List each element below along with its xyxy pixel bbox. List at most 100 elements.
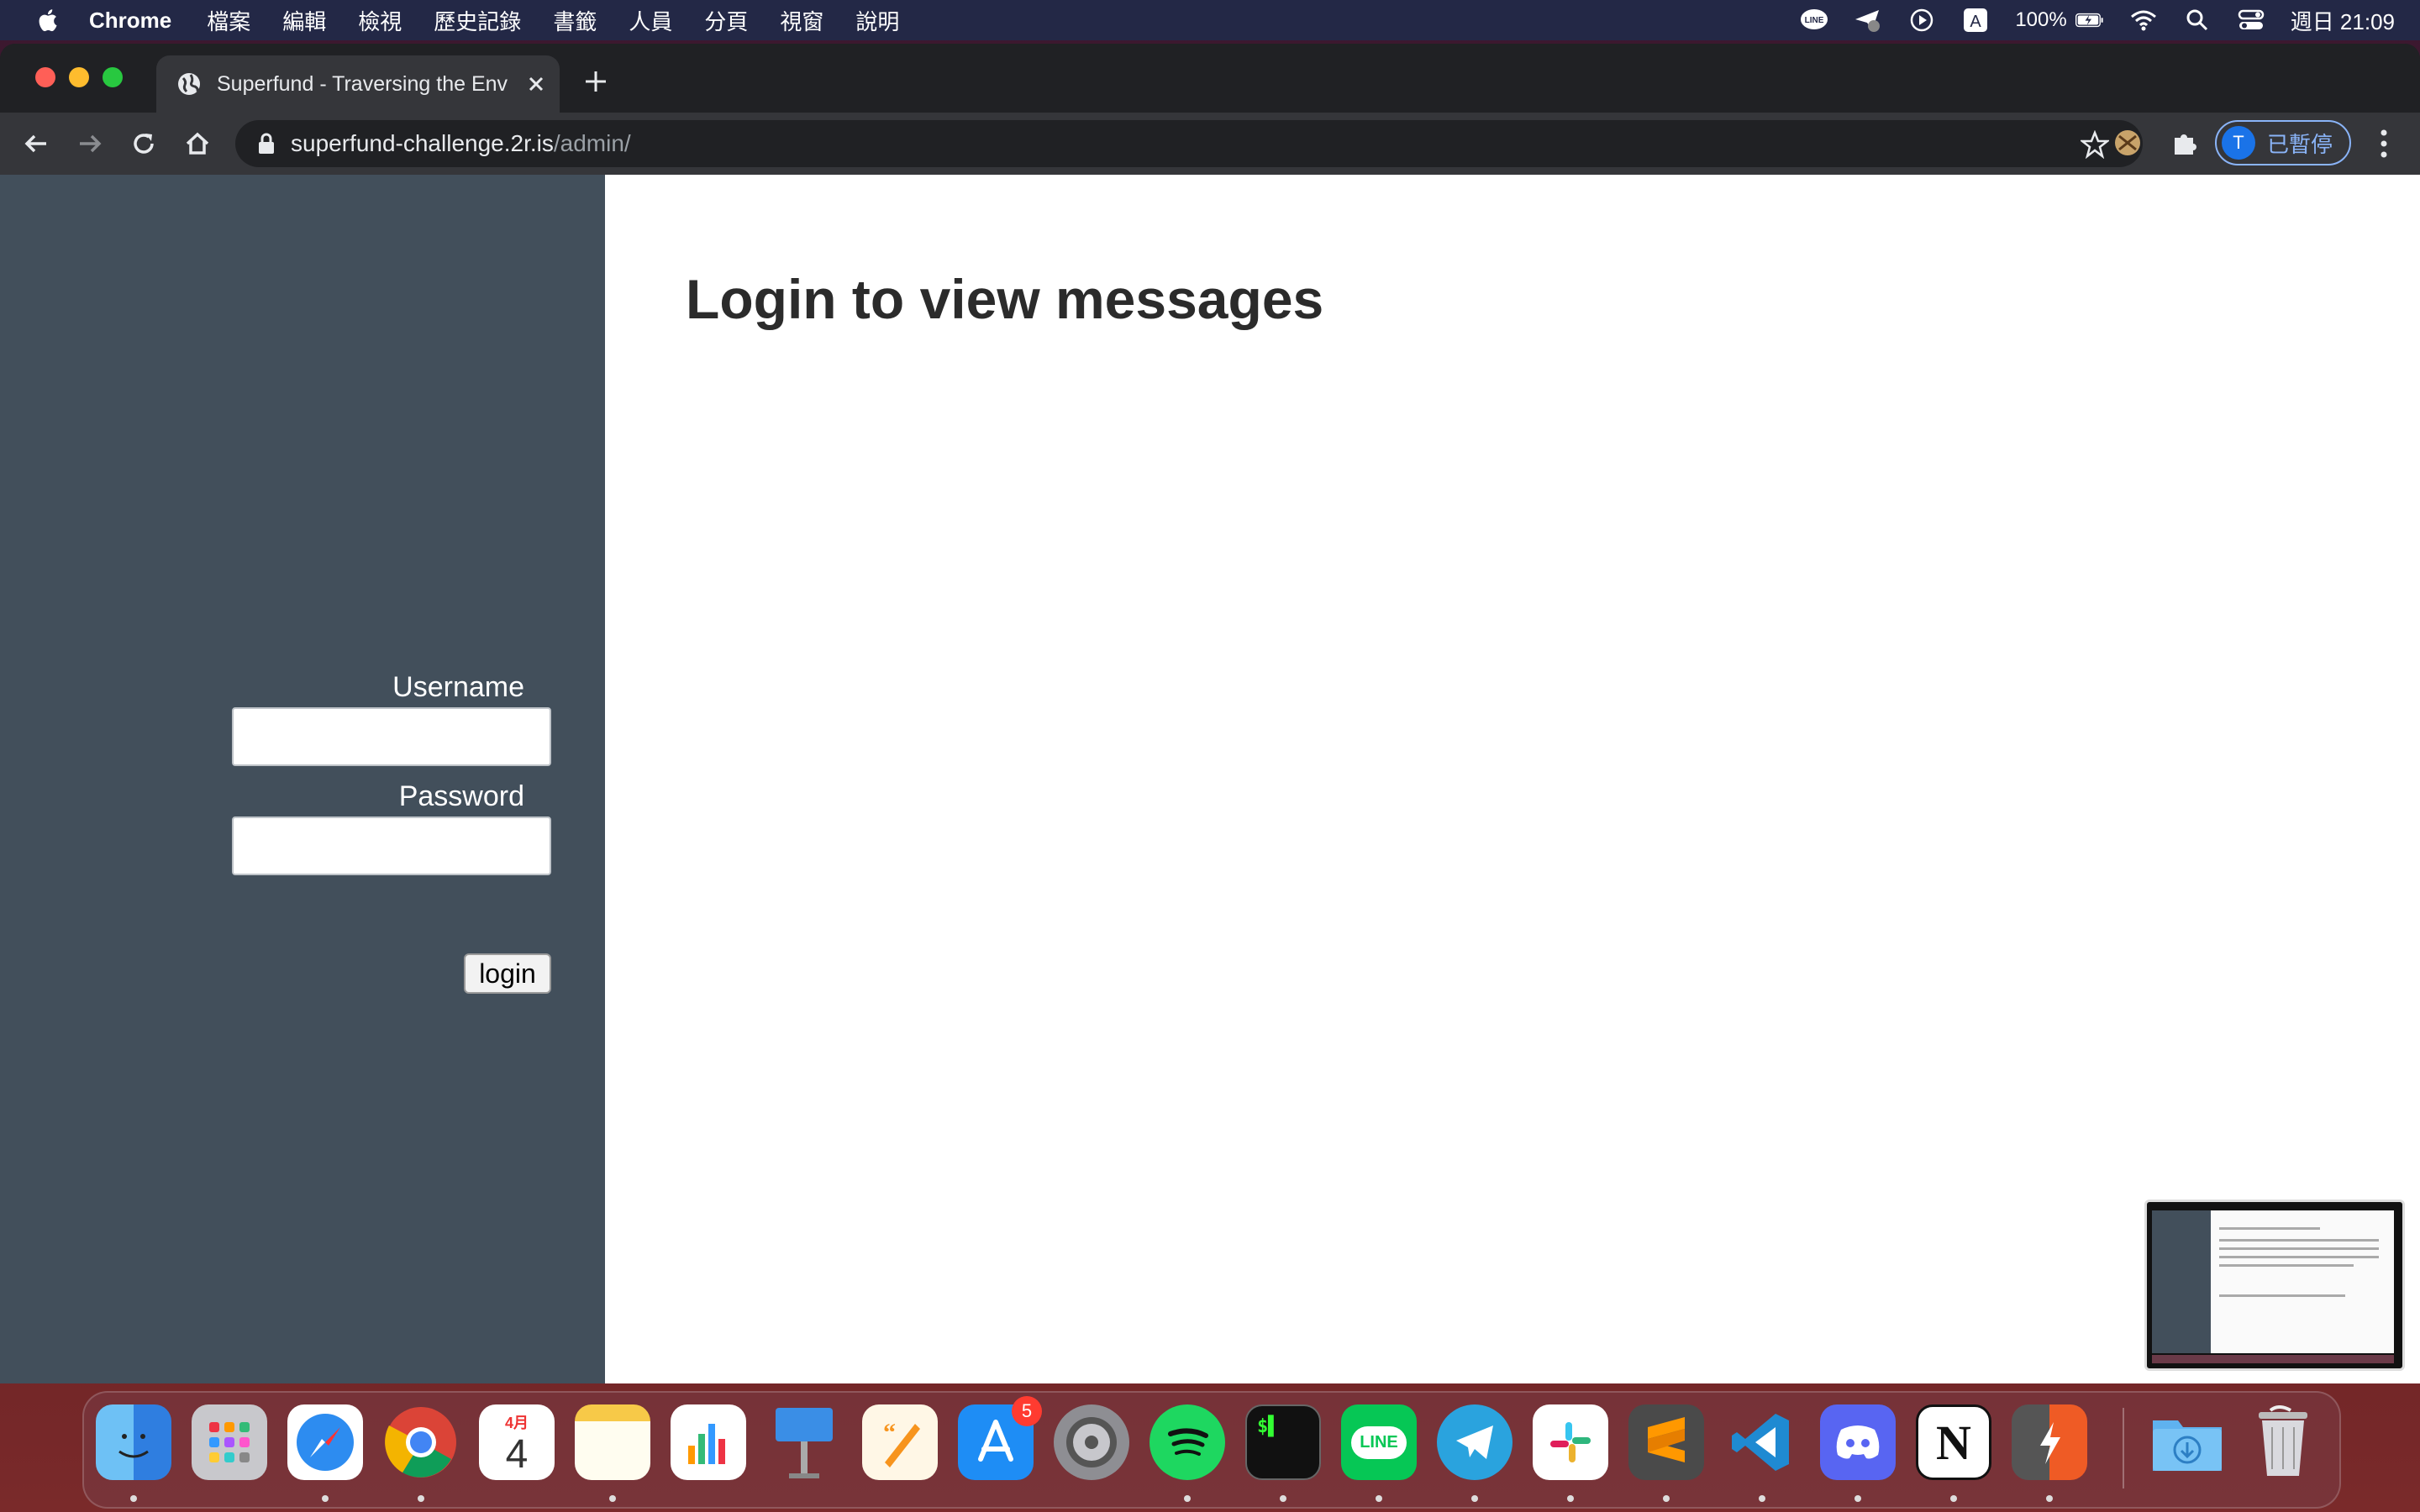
login-form: Username Password — [232, 670, 551, 875]
keynote-icon[interactable] — [766, 1404, 842, 1480]
tab-title: Superfund - Traversing the Env — [217, 71, 508, 96]
thumbnail-line — [2219, 1294, 2345, 1297]
page-title: Login to view messages — [686, 268, 1324, 330]
screenshot-thumbnail[interactable] — [2144, 1200, 2405, 1371]
apple-icon[interactable] — [35, 8, 59, 33]
discord-icon[interactable] — [1820, 1404, 1896, 1480]
avatar: T — [2222, 126, 2255, 160]
trash-icon[interactable] — [2245, 1404, 2321, 1480]
numbers-icon[interactable] — [671, 1404, 746, 1480]
more-menu-icon[interactable] — [2371, 126, 2396, 161]
line-app-icon[interactable]: LINE — [1341, 1404, 1417, 1480]
password-input[interactable] — [232, 816, 551, 875]
arrow-right-icon — [80, 134, 102, 153]
tab-active[interactable]: Superfund - Traversing the Env — [156, 55, 560, 113]
spotify-icon[interactable] — [1150, 1404, 1225, 1480]
downloads-folder-icon[interactable] — [2149, 1404, 2225, 1480]
window-close-button[interactable] — [35, 67, 55, 87]
wifi-icon[interactable] — [2129, 8, 2158, 33]
username-label: Username — [392, 671, 524, 703]
back-button[interactable] — [18, 126, 54, 161]
menu-history[interactable]: 歷史記錄 — [434, 5, 521, 36]
input-method-icon[interactable]: A — [1961, 8, 1990, 33]
menu-file[interactable]: 檔案 — [207, 5, 250, 36]
username-input[interactable] — [232, 707, 551, 766]
thumbnail-line — [2219, 1256, 2379, 1258]
vscode-icon[interactable] — [1724, 1404, 1800, 1480]
notes-icon[interactable] — [575, 1404, 650, 1480]
pages-icon[interactable]: “ — [862, 1404, 938, 1480]
thumbnail-sidebar — [2152, 1210, 2211, 1353]
send-icon[interactable] — [1854, 8, 1882, 33]
terminal-icon[interactable]: $▌ — [1245, 1404, 1321, 1480]
home-icon — [186, 132, 209, 155]
puzzle-icon[interactable] — [2170, 128, 2200, 158]
browser-toolbar: superfund-challenge.2r.is/admin/ T 已暫停 — [0, 113, 2420, 175]
running-indicator — [609, 1495, 616, 1502]
running-indicator — [1567, 1495, 1574, 1502]
menu-app-name[interactable]: Chrome — [89, 8, 171, 34]
menu-bar: Chrome 檔案 編輯 檢視 歷史記錄 書籤 人員 分頁 視窗 說明 LINE… — [0, 0, 2420, 40]
menubar-clock[interactable]: 週日 21:09 — [2291, 5, 2395, 36]
thumbnail-page — [2211, 1210, 2394, 1353]
calendar-icon[interactable]: 4月 4 — [479, 1404, 555, 1480]
calendar-month: 4月 — [504, 1415, 529, 1431]
password-label: Password — [398, 780, 524, 812]
dock: 4月 4 “ 5 $▌ LINE N — [82, 1391, 2341, 1509]
launchpad-icon[interactable] — [192, 1404, 267, 1480]
window-minimize-button[interactable] — [69, 67, 89, 87]
menu-tabs[interactable]: 分頁 — [704, 5, 748, 36]
spotlight-icon[interactable] — [2183, 8, 2212, 33]
notion-icon[interactable]: N — [1916, 1404, 1991, 1480]
battery-percent: 100% — [2015, 8, 2067, 31]
thumbnail-line — [2219, 1227, 2320, 1230]
lock-icon[interactable] — [257, 133, 276, 155]
thumbnail-dock — [2152, 1355, 2394, 1363]
menu-bookmarks[interactable]: 書籤 — [553, 5, 597, 36]
menu-people[interactable]: 人員 — [629, 5, 672, 36]
telegram-icon[interactable] — [1437, 1404, 1512, 1480]
url-host: superfund-challenge.2r.is — [291, 130, 554, 156]
system-preferences-icon[interactable] — [1054, 1404, 1129, 1480]
address-bar[interactable]: superfund-challenge.2r.is/admin/ — [235, 120, 2143, 167]
chrome-icon[interactable] — [383, 1404, 459, 1480]
menu-help[interactable]: 說明 — [855, 5, 899, 36]
safari-icon[interactable] — [287, 1404, 363, 1480]
battery-icon[interactable] — [2075, 8, 2104, 33]
window-maximize-button[interactable] — [103, 67, 123, 87]
running-indicator — [322, 1495, 329, 1502]
close-icon[interactable] — [524, 72, 548, 96]
svg-text:LINE: LINE — [1805, 16, 1824, 25]
calendar-day: 4 — [505, 1432, 529, 1477]
globe-icon — [178, 73, 200, 95]
running-indicator — [130, 1495, 137, 1502]
control-center-icon[interactable] — [2237, 8, 2265, 33]
reload-button[interactable] — [126, 126, 161, 161]
menu-view[interactable]: 檢視 — [358, 5, 402, 36]
postman-icon[interactable] — [2012, 1404, 2087, 1480]
sublime-text-icon[interactable] — [1628, 1404, 1704, 1480]
slack-icon[interactable] — [1533, 1404, 1608, 1480]
login-button[interactable]: login — [464, 953, 551, 994]
app-store-icon[interactable]: 5 — [958, 1396, 1042, 1480]
running-indicator — [1471, 1495, 1478, 1502]
profile-status: 已暫停 — [2267, 131, 2333, 157]
new-tab-button[interactable] — [581, 67, 610, 96]
menu-edit[interactable]: 編輯 — [282, 5, 326, 36]
forward-button[interactable] — [72, 126, 108, 161]
tab-strip: Superfund - Traversing the Env — [0, 44, 2420, 113]
browser-window: Superfund - Traversing the Env superfund… — [0, 44, 2420, 1383]
app-store-badge: 5 — [1012, 1396, 1042, 1426]
finder-icon[interactable] — [96, 1404, 171, 1480]
play-icon[interactable] — [1907, 8, 1936, 33]
extension-icon[interactable] — [2112, 128, 2143, 158]
line-icon[interactable]: LINE — [1800, 8, 1828, 33]
home-button[interactable] — [180, 126, 215, 161]
dock-separator — [2123, 1408, 2124, 1488]
profile-button[interactable]: T 已暫停 — [2215, 120, 2351, 165]
running-indicator — [418, 1495, 424, 1502]
bookmark-star-icon[interactable] — [2081, 130, 2109, 159]
thumbnail-line — [2219, 1239, 2379, 1242]
menu-window[interactable]: 視窗 — [780, 5, 823, 36]
running-indicator — [1376, 1495, 1382, 1502]
